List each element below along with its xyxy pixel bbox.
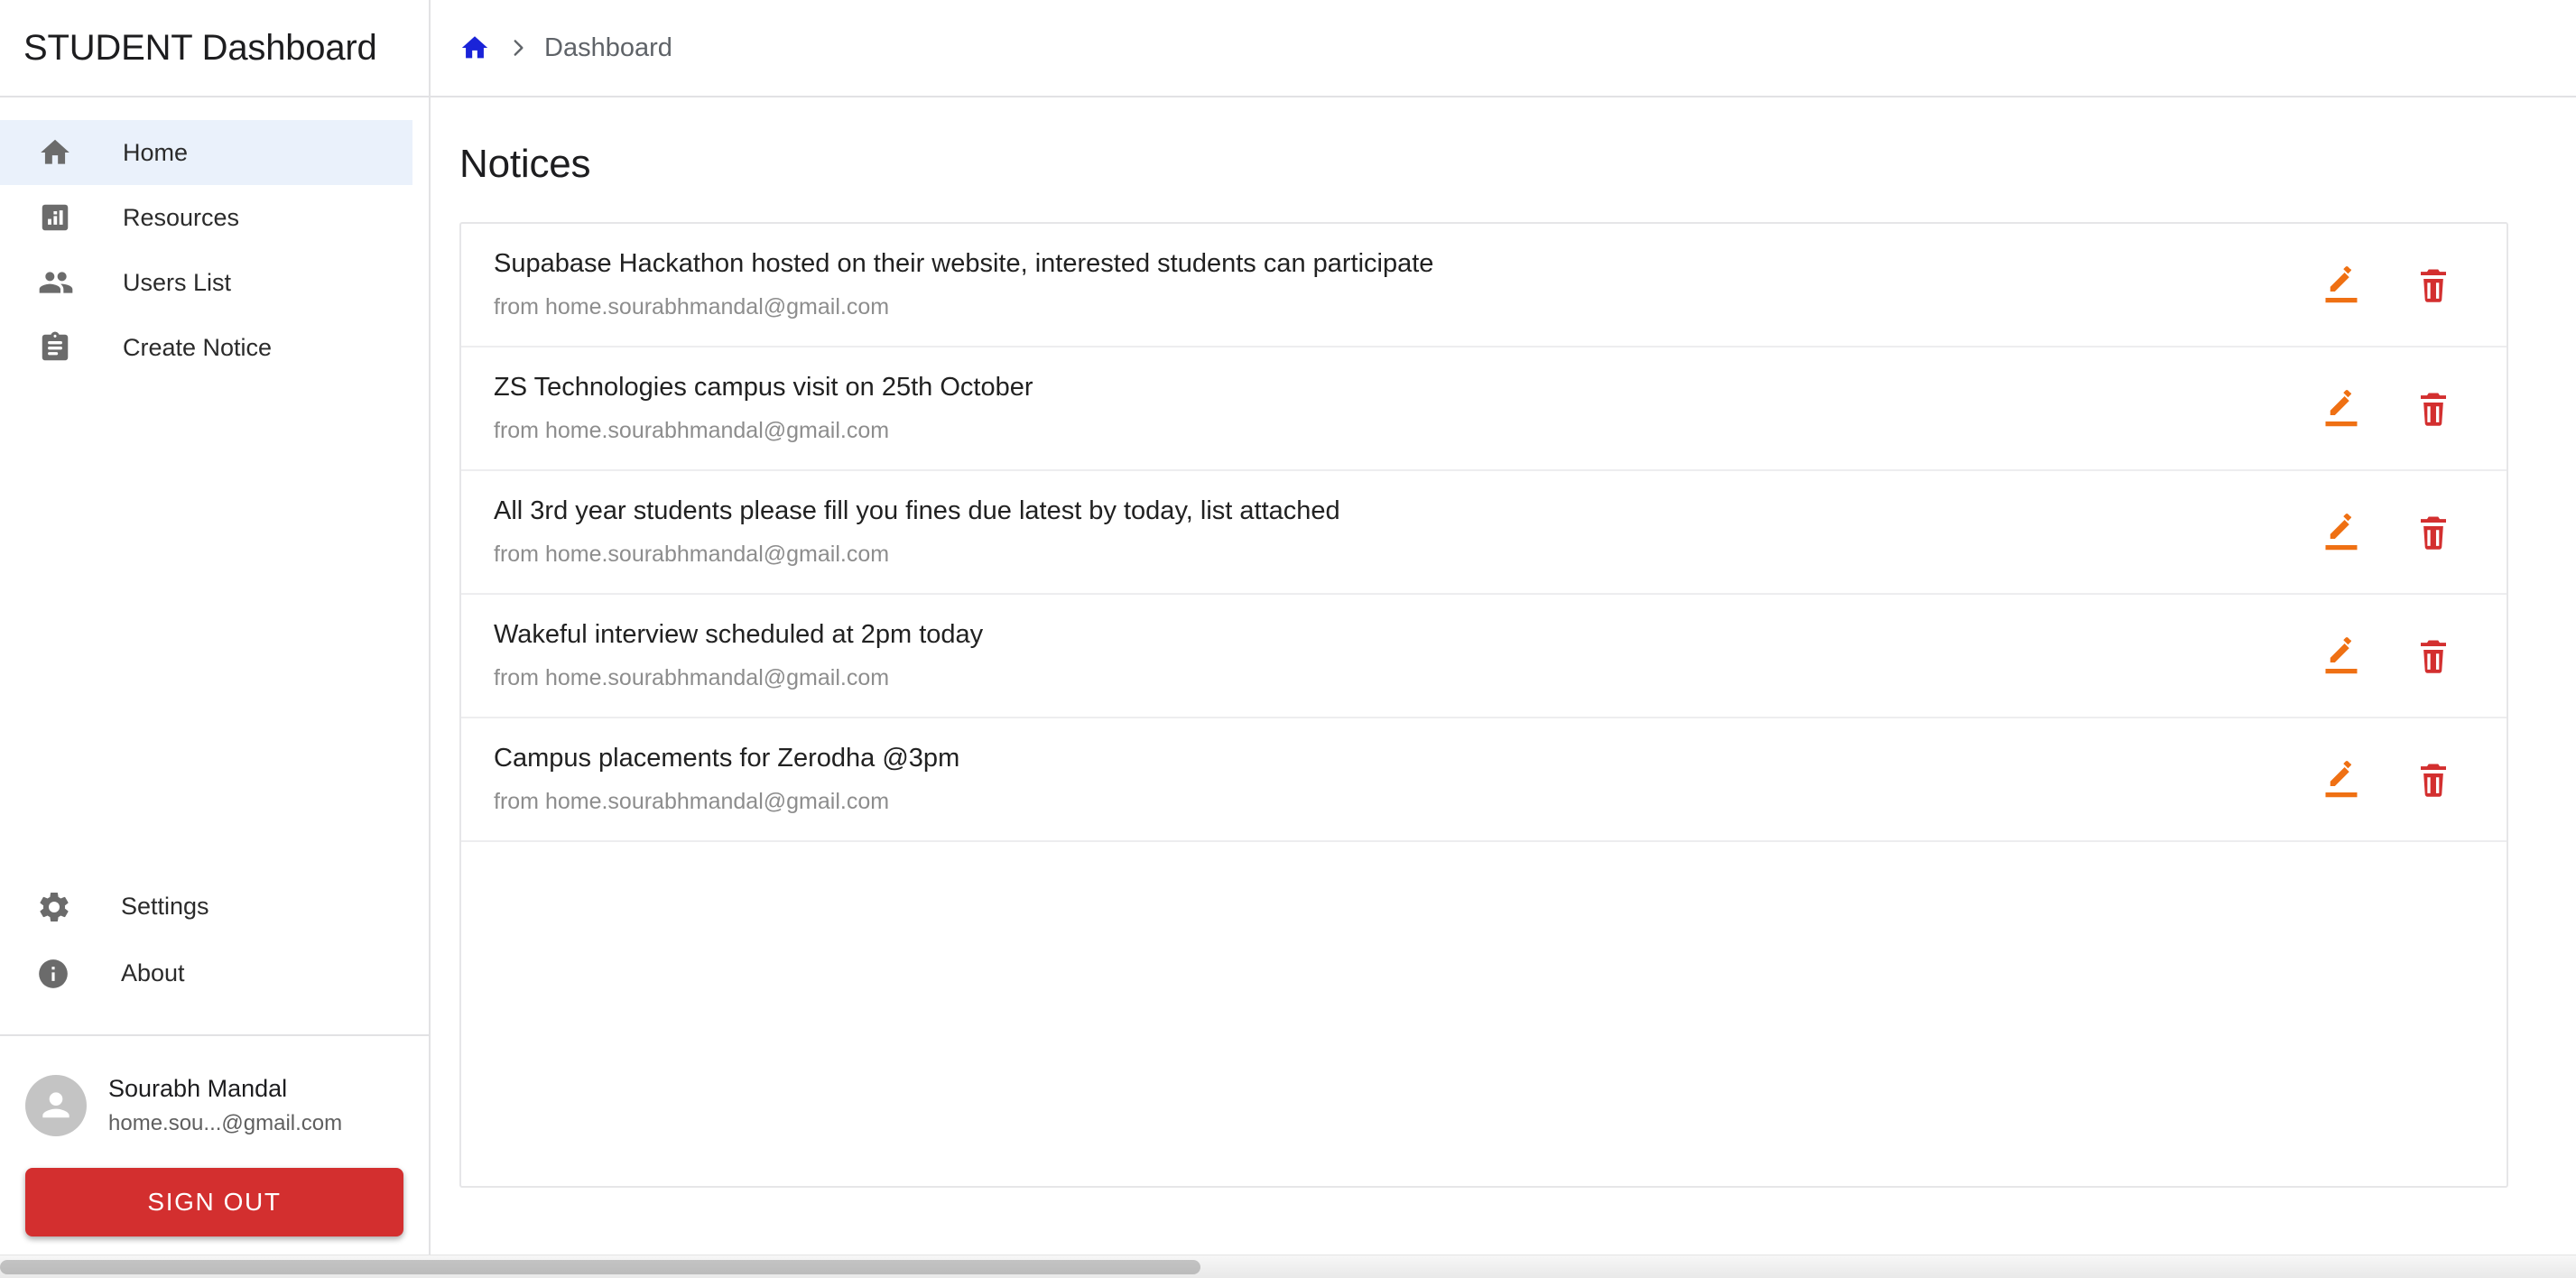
notice-sender: from home.sourabhmandal@gmail.com [494, 788, 890, 814]
trash-icon [2421, 393, 2446, 426]
delete-notice-button[interactable] [2413, 512, 2454, 553]
notice-actions [2321, 388, 2474, 430]
delete-notice-button[interactable] [2413, 388, 2454, 430]
avatar [25, 1074, 87, 1136]
sidebar-item-create-notice[interactable]: Create Notice [0, 315, 412, 380]
notice-title: Wakeful interview scheduled at 2pm today [494, 620, 984, 650]
breadcrumb-home-icon[interactable] [459, 32, 490, 63]
table-row[interactable]: Campus placements for Zerodha @3pm from … [461, 718, 2507, 842]
notice-actions [2321, 264, 2474, 306]
table-row[interactable]: All 3rd year students please fill you fi… [461, 471, 2507, 595]
gear-icon [36, 889, 76, 925]
edit-notice-button[interactable] [2321, 759, 2362, 801]
home-icon [38, 135, 78, 170]
edit-pencil-icon [2325, 389, 2358, 426]
user-name: Sourabh Mandal [108, 1074, 288, 1102]
delete-notice-button[interactable] [2413, 759, 2454, 801]
table-row[interactable]: ZS Technologies campus visit on 25th Oct… [461, 347, 2507, 471]
edit-notice-button[interactable] [2321, 512, 2362, 553]
notice-text: Campus placements for Zerodha @3pm from … [494, 741, 2321, 817]
edit-pencil-icon [2325, 760, 2358, 797]
edit-notice-button[interactable] [2321, 388, 2362, 430]
table-row[interactable]: Supabase Hackathon hosted on their websi… [461, 224, 2507, 347]
delete-notice-button[interactable] [2413, 264, 2454, 306]
sidebar-secondary-nav: Settings About [0, 874, 429, 1034]
edit-pencil-icon [2325, 513, 2358, 550]
sidebar-item-about-label: About [121, 959, 185, 987]
sidebar-item-about[interactable]: About [0, 940, 412, 1007]
topbar: Dashboard [431, 0, 2576, 97]
notice-title: ZS Technologies campus visit on 25th Oct… [494, 373, 1033, 403]
sidebar-item-home-label: Home [123, 138, 189, 166]
breadcrumb-current[interactable]: Dashboard [544, 33, 672, 63]
page-title: Notices [459, 142, 591, 186]
sidebar-item-resources-label: Resources [123, 203, 240, 231]
horizontal-scrollbar-thumb[interactable] [0, 1260, 1200, 1274]
user-email: home.sou...@gmail.com [108, 1111, 343, 1136]
sidebar: STUDENT Dashboard Home Resources Users L… [0, 0, 431, 1278]
people-icon [38, 264, 78, 301]
sidebar-item-create-notice-label: Create Notice [123, 333, 273, 361]
sidebar-item-users-list-label: Users List [123, 268, 232, 296]
notice-sender: from home.sourabhmandal@gmail.com [494, 417, 890, 443]
notice-text: All 3rd year students please fill you fi… [494, 494, 2321, 570]
notice-text: Wakeful interview scheduled at 2pm today… [494, 617, 2321, 693]
sidebar-item-settings-label: Settings [121, 893, 209, 921]
notice-title: All 3rd year students please fill you fi… [494, 496, 1340, 526]
content-area: Notices Supabase Hackathon hosted on the… [431, 97, 2576, 1278]
notice-actions [2321, 635, 2474, 677]
edit-notice-button[interactable] [2321, 264, 2362, 306]
notice-actions [2321, 759, 2474, 801]
trash-icon [2421, 269, 2446, 302]
sidebar-brand: STUDENT Dashboard [0, 0, 429, 97]
notice-title: Campus placements for Zerodha @3pm [494, 744, 960, 773]
sidebar-item-users-list[interactable]: Users List [0, 250, 412, 315]
notice-sender: from home.sourabhmandal@gmail.com [494, 664, 890, 690]
notice-sender: from home.sourabhmandal@gmail.com [494, 293, 890, 320]
notices-list: Supabase Hackathon hosted on their websi… [459, 222, 2508, 1188]
trash-icon [2421, 764, 2446, 797]
notice-actions [2321, 512, 2474, 553]
trash-icon [2421, 640, 2446, 673]
user-profile[interactable]: Sourabh Mandal home.sou...@gmail.com [0, 1036, 429, 1139]
sidebar-item-resources[interactable]: Resources [0, 185, 412, 250]
table-row[interactable]: Wakeful interview scheduled at 2pm today… [461, 595, 2507, 718]
bar-chart-icon [38, 200, 78, 235]
edit-pencil-icon [2325, 636, 2358, 673]
signout-wrap: SIGN OUT [0, 1139, 429, 1236]
app-title: STUDENT Dashboard [23, 27, 377, 68]
horizontal-scrollbar[interactable] [0, 1255, 2576, 1278]
notice-title: Supabase Hackathon hosted on their websi… [494, 249, 1434, 279]
notice-text: Supabase Hackathon hosted on their websi… [494, 246, 2321, 322]
edit-pencil-icon [2325, 265, 2358, 302]
sidebar-item-home[interactable]: Home [0, 120, 412, 185]
sidebar-nav: Home Resources Users List Create Notice [0, 97, 429, 380]
info-icon [36, 957, 76, 991]
user-meta: Sourabh Mandal home.sou...@gmail.com [108, 1072, 342, 1139]
chevron-right-icon [506, 36, 530, 60]
breadcrumb: Dashboard [459, 32, 672, 63]
notice-text: ZS Technologies campus visit on 25th Oct… [494, 370, 2321, 446]
sidebar-item-settings[interactable]: Settings [0, 874, 412, 940]
delete-notice-button[interactable] [2413, 635, 2454, 677]
trash-icon [2421, 516, 2446, 550]
person-avatar-icon [42, 1092, 69, 1118]
edit-notice-button[interactable] [2321, 635, 2362, 677]
notice-sender: from home.sourabhmandal@gmail.com [494, 541, 890, 567]
sign-out-button[interactable]: SIGN OUT [25, 1168, 403, 1236]
main-area: Dashboard Notices Supabase Hackathon hos… [431, 0, 2576, 1278]
app-root: STUDENT Dashboard Home Resources Users L… [0, 0, 2576, 1278]
clipboard-icon [38, 330, 78, 365]
